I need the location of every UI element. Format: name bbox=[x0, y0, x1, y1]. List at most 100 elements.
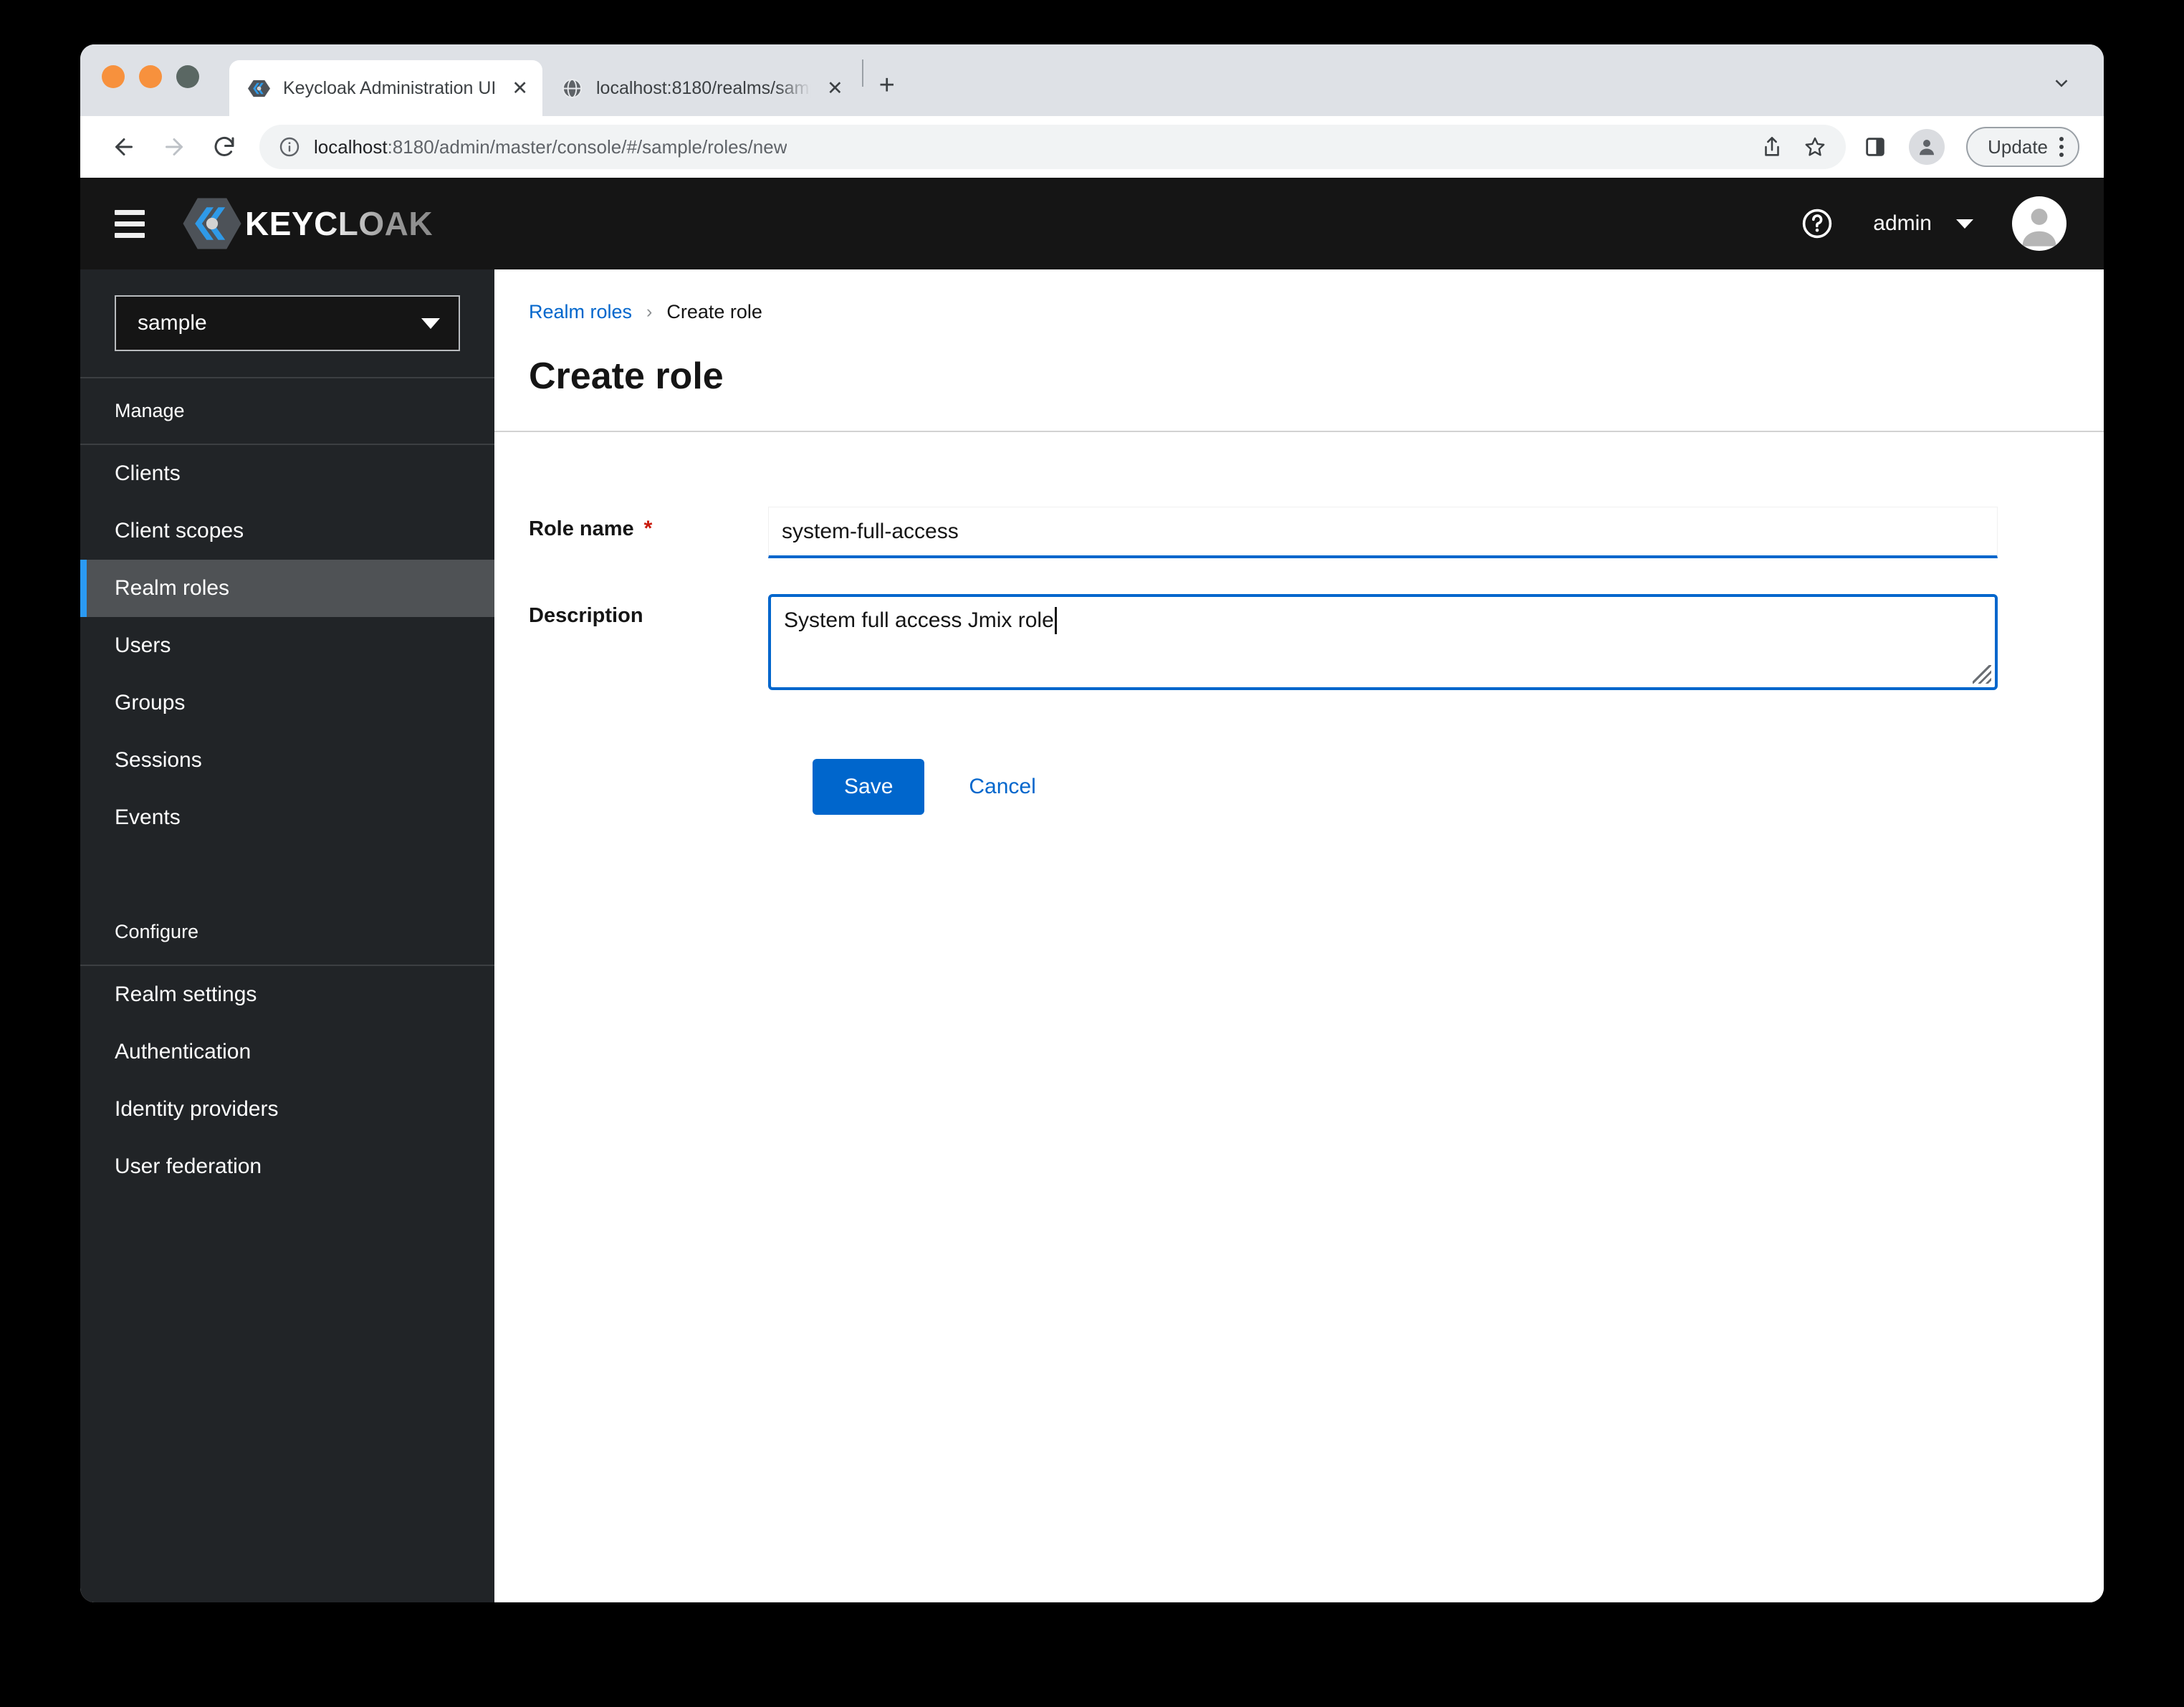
browser-tab-strip: Keycloak Administration UI ✕ localhost:8… bbox=[80, 44, 2104, 116]
sidebar: sample Manage Clients Client scopes Real… bbox=[80, 269, 494, 1602]
sidebar-item-sessions[interactable]: Sessions bbox=[80, 732, 494, 789]
save-button[interactable]: Save bbox=[813, 759, 925, 815]
user-menu[interactable]: admin bbox=[1873, 211, 1973, 236]
keycloak-hexagon-icon bbox=[183, 198, 241, 249]
address-bar[interactable]: localhost:8180/admin/master/console/#/sa… bbox=[259, 125, 1847, 169]
nav-group-title-manage: Manage bbox=[115, 400, 185, 421]
description-textarea-value: System full access Jmix role bbox=[784, 608, 1054, 632]
main-content: Realm roles › Create role Create role Ro… bbox=[494, 269, 2104, 1602]
sidebar-item-clients[interactable]: Clients bbox=[80, 445, 494, 502]
side-panel-icon[interactable] bbox=[1863, 135, 1887, 159]
url-text: localhost:8180/admin/master/console/#/sa… bbox=[314, 136, 787, 158]
update-button[interactable]: Update bbox=[1966, 127, 2079, 167]
sidebar-item-user-federation[interactable]: User federation bbox=[80, 1138, 494, 1195]
sidebar-item-identity-providers[interactable]: Identity providers bbox=[80, 1081, 494, 1138]
sidebar-item-label: Clients bbox=[115, 462, 181, 485]
text-cursor bbox=[1054, 607, 1057, 634]
form-row-description: Description System full access Jmix role bbox=[529, 594, 2104, 690]
app-header: KEYCLOAK admin bbox=[80, 178, 2104, 269]
realm-selector-value: sample bbox=[138, 311, 207, 335]
sidebar-item-label: Users bbox=[115, 633, 171, 657]
sidebar-item-users[interactable]: Users bbox=[80, 617, 494, 674]
hamburger-icon[interactable] bbox=[115, 209, 145, 238]
breadcrumb-current: Create role bbox=[666, 301, 762, 322]
star-icon[interactable] bbox=[1803, 135, 1827, 159]
maximize-window-button[interactable] bbox=[176, 65, 199, 88]
sidebar-item-realm-settings[interactable]: Realm settings bbox=[80, 966, 494, 1023]
create-role-form: Role name * Description bbox=[494, 432, 2104, 815]
sidebar-item-label: Sessions bbox=[115, 748, 202, 772]
form-row-role-name: Role name * bbox=[529, 507, 2104, 558]
forward-arrow-icon[interactable] bbox=[152, 125, 196, 169]
update-button-label: Update bbox=[1988, 135, 2048, 158]
sidebar-item-label: Authentication bbox=[115, 1040, 252, 1063]
tab-divider bbox=[861, 59, 863, 87]
keycloak-logo[interactable]: KEYCLOAK bbox=[182, 196, 433, 251]
tab-list: Keycloak Administration UI ✕ localhost:8… bbox=[229, 44, 895, 116]
app-body: sample Manage Clients Client scopes Real… bbox=[80, 269, 2104, 1602]
sidebar-item-authentication[interactable]: Authentication bbox=[80, 1023, 494, 1081]
new-tab-button[interactable]: + bbox=[879, 72, 895, 99]
header-actions: admin bbox=[1800, 196, 2066, 251]
main-header: Realm roles › Create role Create role bbox=[494, 269, 2104, 431]
sidebar-item-client-scopes[interactable]: Client scopes bbox=[80, 502, 494, 560]
reload-icon[interactable] bbox=[202, 125, 246, 169]
required-asterisk: * bbox=[643, 517, 653, 540]
sidebar-item-label: Events bbox=[115, 805, 181, 829]
close-window-button[interactable] bbox=[102, 65, 125, 88]
page-title: Create role bbox=[529, 355, 724, 397]
user-name: admin bbox=[1873, 211, 1932, 235]
back-arrow-icon[interactable] bbox=[102, 125, 146, 169]
minimize-window-button[interactable] bbox=[139, 65, 162, 88]
breadcrumb-separator-icon: › bbox=[646, 302, 653, 322]
tab-close-icon[interactable]: ✕ bbox=[824, 78, 846, 98]
globe-icon bbox=[562, 78, 583, 98]
keycloak-app: KEYCLOAK admin sample Manage Clients Cli… bbox=[80, 178, 2104, 1602]
cancel-button[interactable]: Cancel bbox=[969, 775, 1035, 799]
keycloak-icon bbox=[248, 80, 270, 97]
browser-window: Keycloak Administration UI ✕ localhost:8… bbox=[80, 44, 2104, 1602]
resize-handle-icon[interactable] bbox=[1973, 665, 1991, 684]
sidebar-item-label: Realm settings bbox=[115, 982, 257, 1006]
description-textarea[interactable]: System full access Jmix role bbox=[768, 594, 1998, 690]
role-name-label-text: Role name bbox=[529, 517, 634, 540]
avatar[interactable] bbox=[2012, 196, 2066, 251]
chevron-down-icon bbox=[421, 317, 440, 329]
url-path: :8180/admin/master/console/#/sample/role… bbox=[387, 135, 787, 158]
breadcrumb-link-realm-roles[interactable]: Realm roles bbox=[529, 301, 632, 323]
sidebar-item-realm-roles[interactable]: Realm roles bbox=[80, 560, 494, 617]
help-circle-icon[interactable] bbox=[1800, 206, 1834, 241]
breadcrumb: Realm roles › Create role bbox=[529, 301, 2104, 323]
brand-name: KEYCLOAK bbox=[245, 205, 434, 242]
site-info-icon[interactable] bbox=[278, 135, 301, 158]
toolbar-icons: Update bbox=[1863, 127, 2079, 167]
sidebar-item-label: Groups bbox=[115, 691, 186, 714]
description-textarea-text-wrap: System full access Jmix role bbox=[784, 607, 1982, 634]
realm-selector-wrap: sample bbox=[80, 295, 494, 377]
omnibox-actions bbox=[1745, 135, 1827, 159]
tab-close-icon[interactable]: ✕ bbox=[509, 78, 531, 98]
realm-selector[interactable]: sample bbox=[115, 295, 460, 351]
tab-search-chevron-down-icon[interactable] bbox=[2051, 72, 2072, 97]
chrome-menu-icon[interactable] bbox=[2059, 137, 2064, 157]
description-label-text: Description bbox=[529, 604, 643, 627]
sidebar-item-label: Identity providers bbox=[115, 1097, 279, 1121]
form-actions: Save Cancel bbox=[529, 759, 2104, 815]
sidebar-item-label: Realm roles bbox=[115, 576, 230, 600]
sidebar-item-groups[interactable]: Groups bbox=[80, 674, 494, 732]
chevron-down-icon bbox=[1956, 219, 1973, 229]
role-name-input[interactable] bbox=[768, 507, 1998, 558]
tab-title: localhost:8180/realms/sample/. bbox=[595, 77, 811, 98]
browser-tab-keycloak[interactable]: Keycloak Administration UI ✕ bbox=[229, 60, 542, 116]
sidebar-item-label: Client scopes bbox=[115, 519, 244, 542]
browser-toolbar: localhost:8180/admin/master/console/#/sa… bbox=[80, 116, 2104, 178]
share-icon[interactable] bbox=[1760, 135, 1784, 159]
sidebar-item-events[interactable]: Events bbox=[80, 789, 494, 846]
tab-title: Keycloak Administration UI bbox=[283, 77, 497, 98]
sidebar-item-label: User federation bbox=[115, 1154, 262, 1178]
role-name-field-col bbox=[768, 507, 1998, 558]
browser-tab-localhost[interactable]: localhost:8180/realms/sample/. ✕ bbox=[542, 60, 858, 116]
profile-avatar-icon[interactable] bbox=[1909, 129, 1945, 165]
role-name-label: Role name * bbox=[529, 507, 768, 541]
